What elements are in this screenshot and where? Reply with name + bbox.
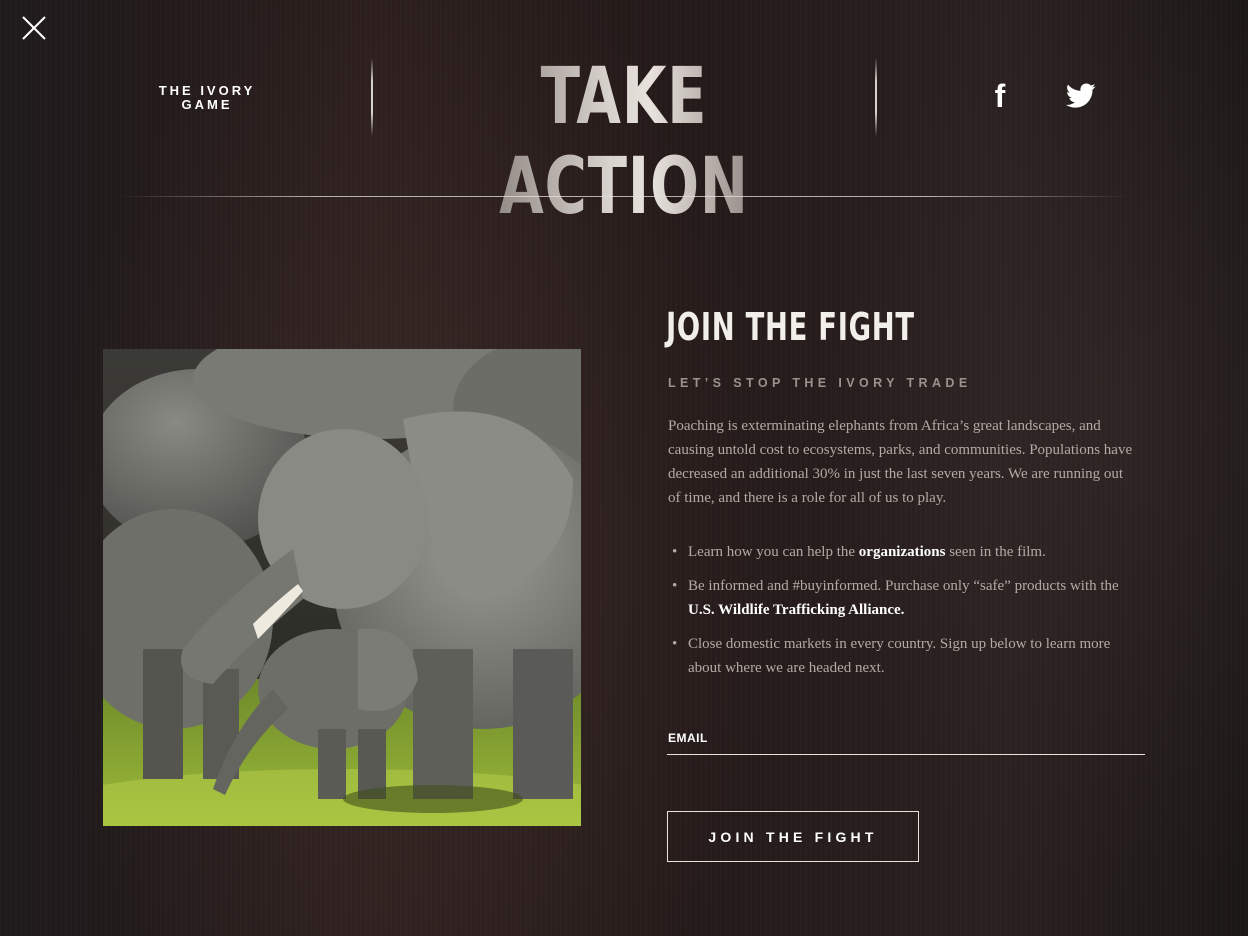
wildlife-trafficking-alliance-link[interactable]: U.S. Wildlife Trafficking Alliance.: [688, 602, 904, 618]
close-button[interactable]: [20, 14, 48, 42]
twitter-button[interactable]: [1064, 80, 1098, 112]
list-item: Close domestic markets in every country.…: [668, 632, 1138, 680]
action-list: Learn how you can help the organizations…: [668, 540, 1138, 690]
twitter-icon: [1066, 83, 1096, 108]
header-divider-left: [371, 58, 373, 136]
join-the-fight-button[interactable]: JOIN THE FIGHT: [667, 811, 919, 862]
email-input[interactable]: [667, 728, 1145, 755]
page-title: TAKE ACTION: [488, 52, 760, 232]
close-icon: [22, 16, 46, 40]
list-item: Learn how you can help the organizations…: [668, 540, 1138, 564]
email-label: EMAIL: [668, 731, 708, 745]
elephant-herd-photo: [103, 349, 581, 826]
organizations-link[interactable]: organizations: [859, 544, 946, 560]
list-item: Be informed and #buyinformed. Purchase o…: [668, 574, 1138, 622]
header-divider-right: [875, 58, 877, 136]
section-subheading: LET’S STOP THE IVORY TRADE: [668, 376, 972, 390]
facebook-button[interactable]: f: [984, 77, 1016, 114]
facebook-icon: f: [994, 77, 1006, 114]
header-separator: [118, 196, 1130, 197]
intro-paragraph: Poaching is exterminating elephants from…: [668, 418, 1133, 506]
section-heading: JOIN THE FIGHT: [666, 305, 915, 349]
brand-logo[interactable]: THE IVORY GAME: [140, 84, 274, 112]
